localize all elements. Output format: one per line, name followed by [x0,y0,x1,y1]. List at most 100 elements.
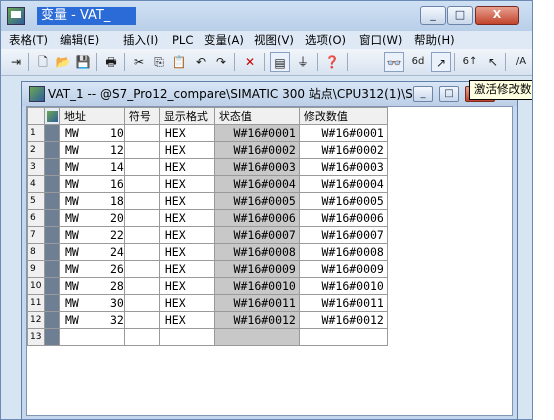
symbol-cell[interactable] [123,294,160,312]
display-format-cell[interactable] [158,328,215,346]
table-row[interactable]: 3 MW 14 HEX W#16#0003 W#16#0003 [27,158,388,176]
title-bar[interactable]: 变量 - VAT_1 _ □ X [1,1,532,31]
modify-value-cell[interactable]: W#16#0006 [298,209,388,227]
modify-icon[interactable]: ↗ [431,52,451,72]
address-cell[interactable]: MW 22 [59,226,125,244]
row-number[interactable]: 3 [27,158,45,176]
modify-value-cell[interactable]: W#16#0011 [298,294,388,312]
row-number[interactable]: 8 [27,243,45,261]
row-number[interactable]: 4 [27,175,45,193]
display-format-cell[interactable]: HEX [158,294,215,312]
row-number[interactable]: 13 [27,328,45,346]
table-row[interactable]: 13 [27,328,388,346]
table-row[interactable]: 2 MW 12 HEX W#16#0002 W#16#0002 [27,141,388,159]
column-header[interactable]: 显示格式 [158,107,215,125]
address-cell[interactable]: MW 14 [59,158,125,176]
modify-value-cell[interactable]: W#16#0009 [298,260,388,278]
column-header[interactable]: 修改数值 [298,107,388,125]
redo-icon[interactable]: ↷ [211,52,231,72]
symbol-cell[interactable] [123,158,160,176]
symbol-cell[interactable] [123,141,160,159]
modify-value-cell[interactable]: W#16#0001 [298,124,388,142]
menu-view[interactable]: 视图(V) [254,32,294,48]
display-format-cell[interactable]: HEX [158,141,215,159]
menu-window[interactable]: 窗口(W) [359,32,402,48]
undo-icon[interactable]: ↶ [191,52,211,72]
app-icon[interactable] [7,7,25,25]
display-format-cell[interactable]: HEX [158,243,215,261]
save-icon[interactable]: 💾 [73,52,93,72]
child-minimize-button[interactable]: _ [413,86,433,102]
menu-variable[interactable]: 变量(A) [204,32,244,48]
address-cell[interactable]: MW 20 [59,209,125,227]
row-number[interactable]: 1 [27,124,45,142]
modify-value-cell[interactable]: W#16#0003 [298,158,388,176]
row-number[interactable]: 7 [27,226,45,244]
address-cell[interactable]: MW 10 [59,124,125,142]
address-cell[interactable]: MW 30 [59,294,125,312]
activate-modify-icon[interactable]: /A [509,52,532,72]
symbol-cell[interactable] [123,260,160,278]
symbol-cell[interactable] [123,175,160,193]
display-format-cell[interactable]: HEX [158,192,215,210]
help-icon[interactable]: ❓ [322,52,342,72]
display-format-cell[interactable]: HEX [158,277,215,295]
menu-plc[interactable]: PLC [172,32,193,48]
row-number[interactable]: 11 [27,294,45,312]
menu-help[interactable]: 帮助(H) [414,32,455,48]
delete-icon[interactable]: ✕ [240,52,260,72]
modify-value-cell[interactable]: W#16#0004 [298,175,388,193]
modify-value-cell[interactable]: W#16#0010 [298,277,388,295]
display-format-cell[interactable]: HEX [158,124,215,142]
pin-icon[interactable]: ⇥ [6,52,26,72]
modify-value-cell[interactable]: W#16#0012 [298,311,388,329]
cut-icon[interactable]: ✂ [129,52,149,72]
glasses-icon[interactable]: 👓 [384,52,404,72]
table-row[interactable]: 8 MW 24 HEX W#16#0008 W#16#0008 [27,243,388,261]
force-icon[interactable]: ⏚ [293,52,313,72]
menu-options[interactable]: 选项(O) [305,32,346,48]
vat-icon[interactable] [29,86,45,102]
display-format-cell[interactable]: HEX [158,175,215,193]
table-row[interactable]: 11 MW 30 HEX W#16#0011 W#16#0011 [27,294,388,312]
row-number[interactable]: 12 [27,311,45,329]
row-number[interactable]: 5 [27,192,45,210]
minimize-button[interactable]: _ [420,6,446,25]
paste-icon[interactable]: 📋 [169,52,189,72]
open-icon[interactable]: 📂 [53,52,73,72]
monitor-once-icon[interactable]: 6↑ [458,52,482,72]
address-cell[interactable] [59,328,125,346]
menu-table[interactable]: 表格(T) [9,32,48,48]
address-cell[interactable]: MW 26 [59,260,125,278]
table-row[interactable]: 4 MW 16 HEX W#16#0004 W#16#0004 [27,175,388,193]
symbol-cell[interactable] [123,277,160,295]
row-number[interactable]: 9 [27,260,45,278]
table-row[interactable]: 6 MW 20 HEX W#16#0006 W#16#0006 [27,209,388,227]
display-format-cell[interactable]: HEX [158,226,215,244]
column-header[interactable]: 状态值 [213,107,300,125]
symbol-cell[interactable] [123,311,160,329]
copy-icon[interactable]: ⎘ [149,52,169,72]
modify-once-icon[interactable]: ↖ [483,52,503,72]
address-cell[interactable]: MW 28 [59,277,125,295]
address-cell[interactable]: MW 12 [59,141,125,159]
table-row[interactable]: 12 MW 32 HEX W#16#0012 W#16#0012 [27,311,388,329]
modify-value-cell[interactable] [298,328,388,346]
address-cell[interactable]: MW 32 [59,311,125,329]
display-format-cell[interactable]: HEX [158,158,215,176]
display-format-cell[interactable]: HEX [158,260,215,278]
table-row[interactable]: 5 MW 18 HEX W#16#0005 W#16#0005 [27,192,388,210]
modify-value-cell[interactable]: W#16#0007 [298,226,388,244]
address-cell[interactable]: MW 18 [59,192,125,210]
column-header[interactable]: 地址 [59,107,125,125]
child-maximize-button[interactable]: □ [439,86,459,102]
table-row[interactable]: 10 MW 28 HEX W#16#0010 W#16#0010 [27,277,388,295]
symbol-cell[interactable] [123,192,160,210]
close-button[interactable]: X [475,6,519,25]
row-number[interactable]: 10 [27,277,45,295]
symbol-cell[interactable] [123,124,160,142]
row-number[interactable]: 2 [27,141,45,159]
symbol-cell[interactable] [123,243,160,261]
symbol-cell[interactable] [123,209,160,227]
child-title-bar[interactable]: VAT_1 -- @S7_Pro12_compare\SIMATIC 300 站… [22,82,517,106]
